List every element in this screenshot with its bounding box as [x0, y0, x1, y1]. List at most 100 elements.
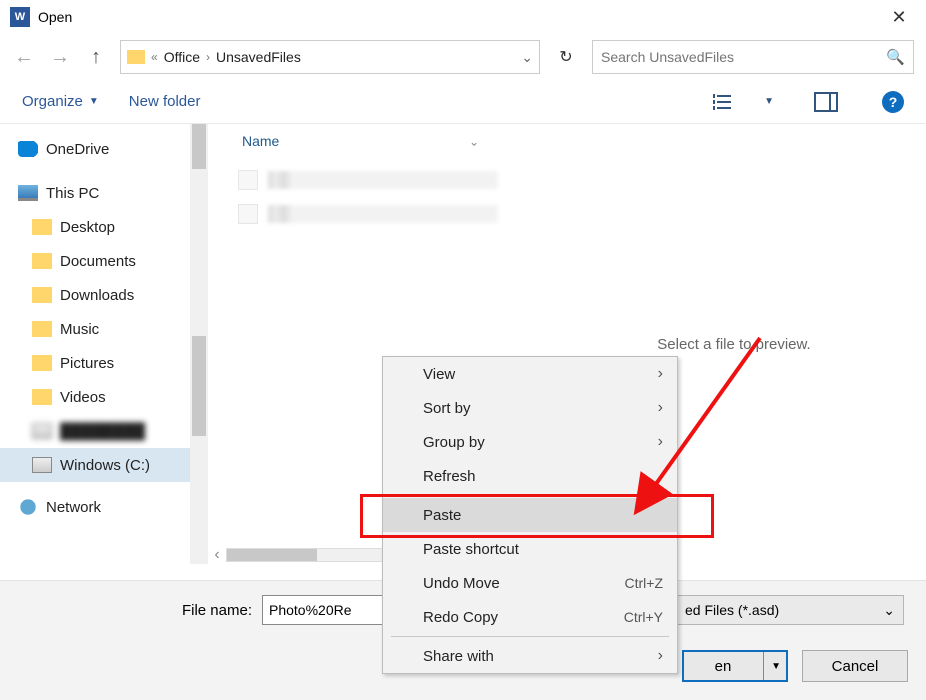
cloud-icon: [18, 141, 38, 157]
sidebar-item-downloads[interactable]: Downloads: [0, 278, 208, 312]
sidebar-label-desktop: Desktop: [60, 219, 115, 236]
open-button[interactable]: en ▼: [682, 650, 788, 682]
sidebar-item-redacted[interactable]: ████████: [0, 414, 208, 448]
sidebar-item-windows-c[interactable]: Windows (C:): [0, 448, 208, 482]
organize-button[interactable]: Organize ▼: [22, 93, 99, 110]
new-folder-button[interactable]: New folder: [129, 93, 201, 110]
word-app-icon: W: [10, 7, 30, 27]
preview-pane-button[interactable]: [814, 92, 838, 112]
back-button[interactable]: ←: [12, 45, 36, 69]
menu-item-redo-copy[interactable]: Redo Copy Ctrl+Y: [383, 600, 677, 634]
sidebar-item-music[interactable]: Music: [0, 312, 208, 346]
sidebar-item-videos[interactable]: Videos: [0, 380, 208, 414]
submenu-arrow-icon: ›: [658, 433, 663, 451]
forward-button[interactable]: →: [48, 45, 72, 69]
navigation-bar: ← → ↑ « Office › UnsavedFiles ⌄ ↻ 🔍: [0, 34, 926, 80]
preview-hint: Select a file to preview.: [657, 336, 810, 353]
menu-label: View: [423, 366, 455, 383]
window-title: Open: [38, 9, 72, 25]
search-icon[interactable]: 🔍: [886, 48, 905, 66]
organize-label: Organize: [22, 93, 83, 110]
breadcrumb-seg-unsaved[interactable]: UnsavedFiles: [216, 49, 301, 65]
address-overflow-chevron[interactable]: «: [151, 50, 158, 64]
menu-label: Share with: [423, 648, 494, 665]
menu-item-group-by[interactable]: Group by ›: [383, 425, 677, 459]
sidebar-label-downloads: Downloads: [60, 287, 134, 304]
menu-label: Undo Move: [423, 575, 500, 592]
up-button[interactable]: ↑: [84, 45, 108, 69]
sidebar-item-network[interactable]: Network: [0, 490, 208, 524]
address-dropdown-icon[interactable]: ⌄: [521, 49, 533, 66]
sidebar-label-music: Music: [60, 321, 99, 338]
chevron-down-icon: ⌄: [883, 602, 895, 619]
submenu-arrow-icon: ›: [658, 647, 663, 665]
menu-separator: [391, 495, 669, 496]
submenu-arrow-icon: ›: [658, 399, 663, 417]
list-item[interactable]: [238, 166, 542, 194]
toolbar: Organize ▼ New folder ▼ ?: [0, 80, 926, 124]
file-icon: [238, 204, 258, 224]
file-list[interactable]: [208, 158, 542, 228]
open-split-dropdown-icon[interactable]: ▼: [771, 661, 781, 672]
address-bar[interactable]: « Office › UnsavedFiles ⌄: [120, 40, 540, 74]
menu-shortcut: Ctrl+Y: [624, 609, 663, 625]
chevron-down-icon: ▼: [89, 96, 99, 107]
sidebar-label-videos: Videos: [60, 389, 106, 406]
sidebar-item-thispc[interactable]: This PC: [0, 176, 208, 210]
sidebar-scrollbar[interactable]: [190, 124, 208, 564]
cancel-button[interactable]: Cancel: [802, 650, 908, 682]
file-name-redacted: [268, 205, 498, 223]
sidebar-label-thispc: This PC: [46, 185, 99, 202]
refresh-button[interactable]: ↻: [552, 43, 580, 71]
close-button[interactable]: ✕: [882, 0, 916, 34]
menu-item-view[interactable]: View ›: [383, 357, 677, 391]
folder-icon: [32, 355, 52, 371]
help-button[interactable]: ?: [882, 91, 904, 113]
sidebar-item-pictures[interactable]: Pictures: [0, 346, 208, 380]
title-bar: W Open ✕: [0, 0, 926, 34]
breadcrumb-sep: ›: [206, 50, 210, 64]
menu-item-undo-move[interactable]: Undo Move Ctrl+Z: [383, 566, 677, 600]
menu-item-refresh[interactable]: Refresh: [383, 459, 677, 493]
menu-item-sort-by[interactable]: Sort by ›: [383, 391, 677, 425]
sidebar-label-redacted: ████████: [60, 423, 145, 440]
sidebar-label-network: Network: [46, 499, 101, 516]
sidebar-item-desktop[interactable]: Desktop: [0, 210, 208, 244]
menu-item-paste-shortcut[interactable]: Paste shortcut: [383, 532, 677, 566]
search-input[interactable]: [601, 49, 886, 65]
list-item[interactable]: [238, 200, 542, 228]
sidebar-label-pictures: Pictures: [60, 355, 114, 372]
file-type-dropdown[interactable]: ed Files (*.asd) ⌄: [676, 595, 904, 625]
menu-label: Refresh: [423, 468, 476, 485]
view-mode-button[interactable]: [708, 90, 740, 114]
filename-label: File name:: [0, 602, 262, 619]
navigation-pane: OneDrive This PC Desktop Documents Downl…: [0, 124, 208, 564]
sidebar-item-documents[interactable]: Documents: [0, 244, 208, 278]
drive-icon: [32, 423, 52, 439]
network-icon: [18, 499, 38, 515]
menu-label: Paste shortcut: [423, 541, 519, 558]
menu-label: Redo Copy: [423, 609, 498, 626]
file-type-value: ed Files (*.asd): [685, 602, 779, 618]
column-header-name[interactable]: Name: [242, 133, 279, 149]
scroll-left-icon[interactable]: ‹: [208, 546, 226, 564]
column-header-row: Name ⌃: [208, 124, 542, 158]
breadcrumb-seg-office[interactable]: Office: [164, 49, 200, 65]
folder-icon: [32, 321, 52, 337]
scrollbar-thumb[interactable]: [227, 549, 317, 561]
menu-item-share-with[interactable]: Share with ›: [383, 639, 677, 673]
menu-label: Sort by: [423, 400, 471, 417]
open-button-label: en: [715, 658, 732, 675]
sidebar-label-windows-c: Windows (C:): [60, 457, 150, 474]
submenu-arrow-icon: ›: [658, 365, 663, 383]
scrollbar-thumb[interactable]: [192, 124, 206, 169]
view-mode-dropdown[interactable]: ▼: [764, 96, 774, 107]
sidebar-item-onedrive[interactable]: OneDrive: [0, 132, 208, 166]
sidebar-label-onedrive: OneDrive: [46, 141, 109, 158]
menu-item-paste[interactable]: Paste: [383, 498, 677, 532]
sidebar-label-documents: Documents: [60, 253, 136, 270]
pc-icon: [18, 185, 38, 201]
menu-separator: [391, 636, 669, 637]
scrollbar-thumb[interactable]: [192, 336, 206, 436]
search-box[interactable]: 🔍: [592, 40, 914, 74]
